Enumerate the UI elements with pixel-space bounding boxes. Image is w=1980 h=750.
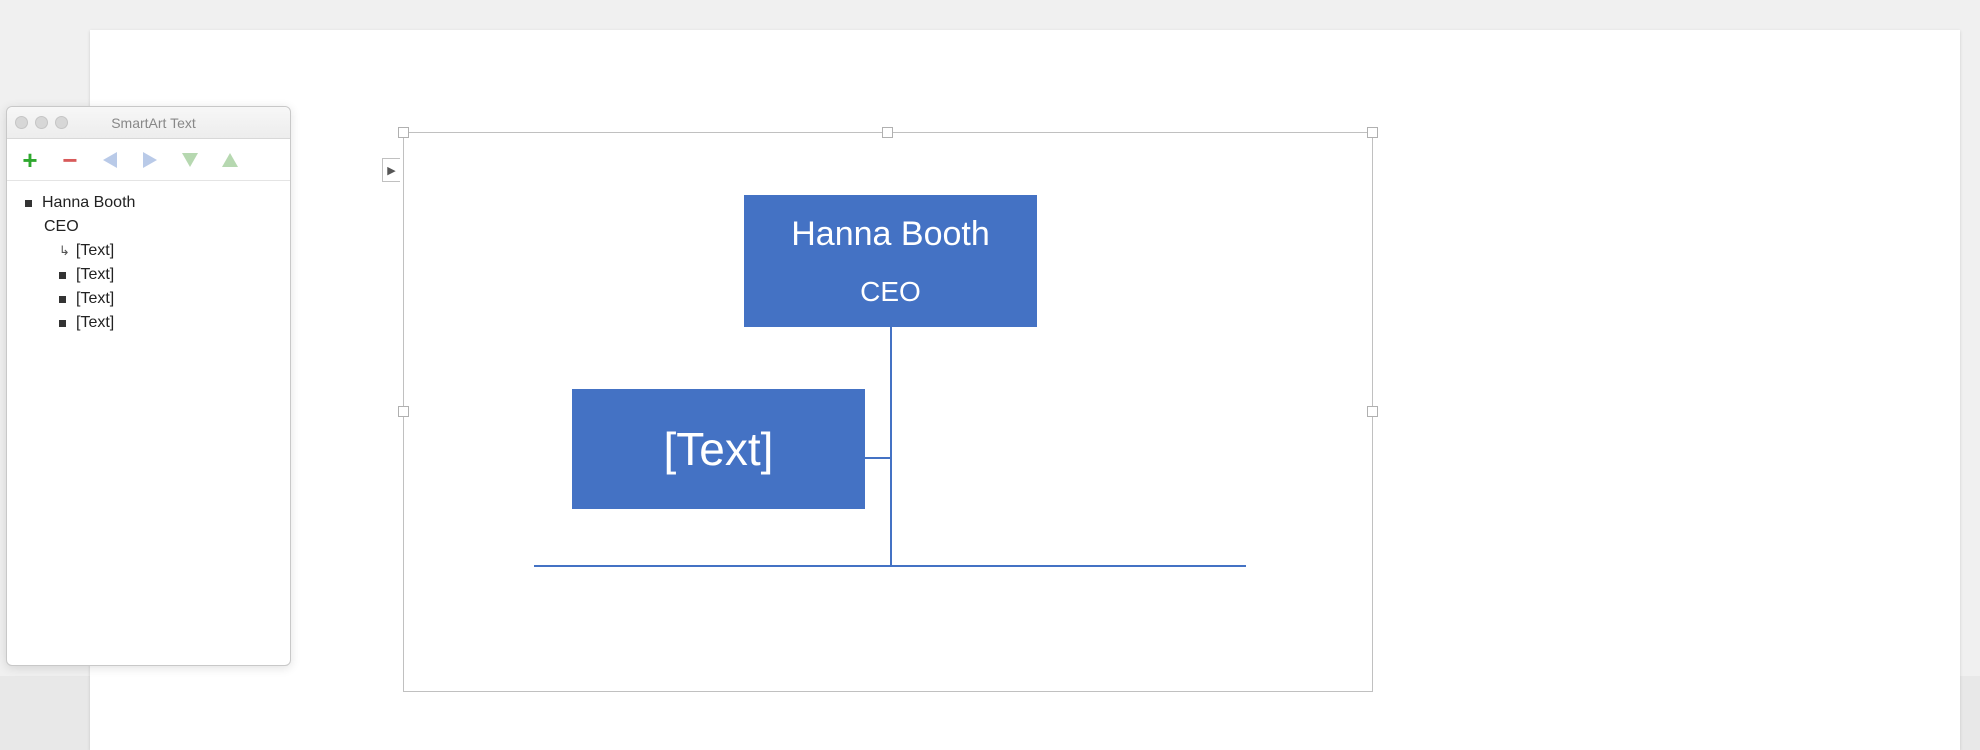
outline-item[interactable]: CEO [19, 215, 278, 239]
document-page[interactable]: ▶ Hanna Booth CEO [Text] [90, 30, 1960, 750]
plus-icon: + [22, 147, 37, 173]
arrow-up-icon [222, 153, 238, 167]
connector-line [890, 327, 892, 457]
move-down-button[interactable] [179, 149, 201, 171]
resize-handle-top-middle[interactable] [882, 127, 893, 138]
outline-text[interactable]: [Text] [76, 290, 114, 308]
org-chart-assistant-node[interactable]: [Text] [572, 389, 865, 509]
smartart-selection-container[interactable]: ▶ Hanna Booth CEO [Text] [403, 132, 1373, 692]
resize-handle-middle-left[interactable] [398, 406, 409, 417]
resize-handle-middle-right[interactable] [1367, 406, 1378, 417]
window-zoom-button[interactable] [55, 116, 68, 129]
outline-editor[interactable]: Hanna Booth CEO ↳ [Text] [Text] [Text] [… [7, 181, 290, 345]
org-node-name[interactable]: Hanna Booth [791, 215, 990, 254]
text-pane-toggle[interactable]: ▶ [382, 158, 400, 182]
remove-shape-button[interactable]: − [59, 149, 81, 171]
promote-button[interactable] [99, 149, 121, 171]
outline-text[interactable]: [Text] [76, 266, 114, 284]
connector-line [865, 457, 892, 459]
bullet-icon [59, 272, 66, 279]
bullet-icon [59, 320, 66, 327]
arrow-down-icon [182, 153, 198, 167]
outline-item[interactable]: Hanna Booth [19, 191, 278, 215]
org-node-placeholder[interactable]: [Text] [664, 422, 774, 476]
outline-item[interactable]: [Text] [19, 311, 278, 335]
move-up-button[interactable] [219, 149, 241, 171]
add-shape-button[interactable]: + [19, 149, 41, 171]
outline-text[interactable]: CEO [44, 218, 79, 236]
outline-item[interactable]: [Text] [19, 263, 278, 287]
connector-line [890, 457, 892, 567]
resize-handle-top-left[interactable] [398, 127, 409, 138]
canvas-background: ▶ Hanna Booth CEO [Text] [0, 0, 1980, 676]
outline-text[interactable]: [Text] [76, 242, 114, 260]
bullet-icon [25, 200, 32, 207]
smartart-text-panel[interactable]: SmartArt Text + − Hanna Booth CEO ↳ [Tex… [6, 106, 291, 666]
org-node-title[interactable]: CEO [860, 276, 921, 308]
window-minimize-button[interactable] [35, 116, 48, 129]
outline-text[interactable]: Hanna Booth [42, 194, 135, 212]
arrow-right-icon [143, 152, 157, 168]
panel-toolbar: + − [7, 139, 290, 181]
org-chart-root-node[interactable]: Hanna Booth CEO [744, 195, 1037, 327]
outline-text[interactable]: [Text] [76, 314, 114, 332]
resize-handle-top-right[interactable] [1367, 127, 1378, 138]
connector-line [534, 565, 1246, 567]
arrow-left-icon [103, 152, 117, 168]
indent-icon: ↳ [59, 243, 70, 259]
minus-icon: − [62, 147, 77, 173]
panel-titlebar[interactable]: SmartArt Text [7, 107, 290, 139]
bullet-icon [59, 296, 66, 303]
outline-item[interactable]: [Text] [19, 287, 278, 311]
panel-title: SmartArt Text [75, 115, 282, 131]
demote-button[interactable] [139, 149, 161, 171]
window-close-button[interactable] [15, 116, 28, 129]
outline-item[interactable]: ↳ [Text] [19, 239, 278, 263]
